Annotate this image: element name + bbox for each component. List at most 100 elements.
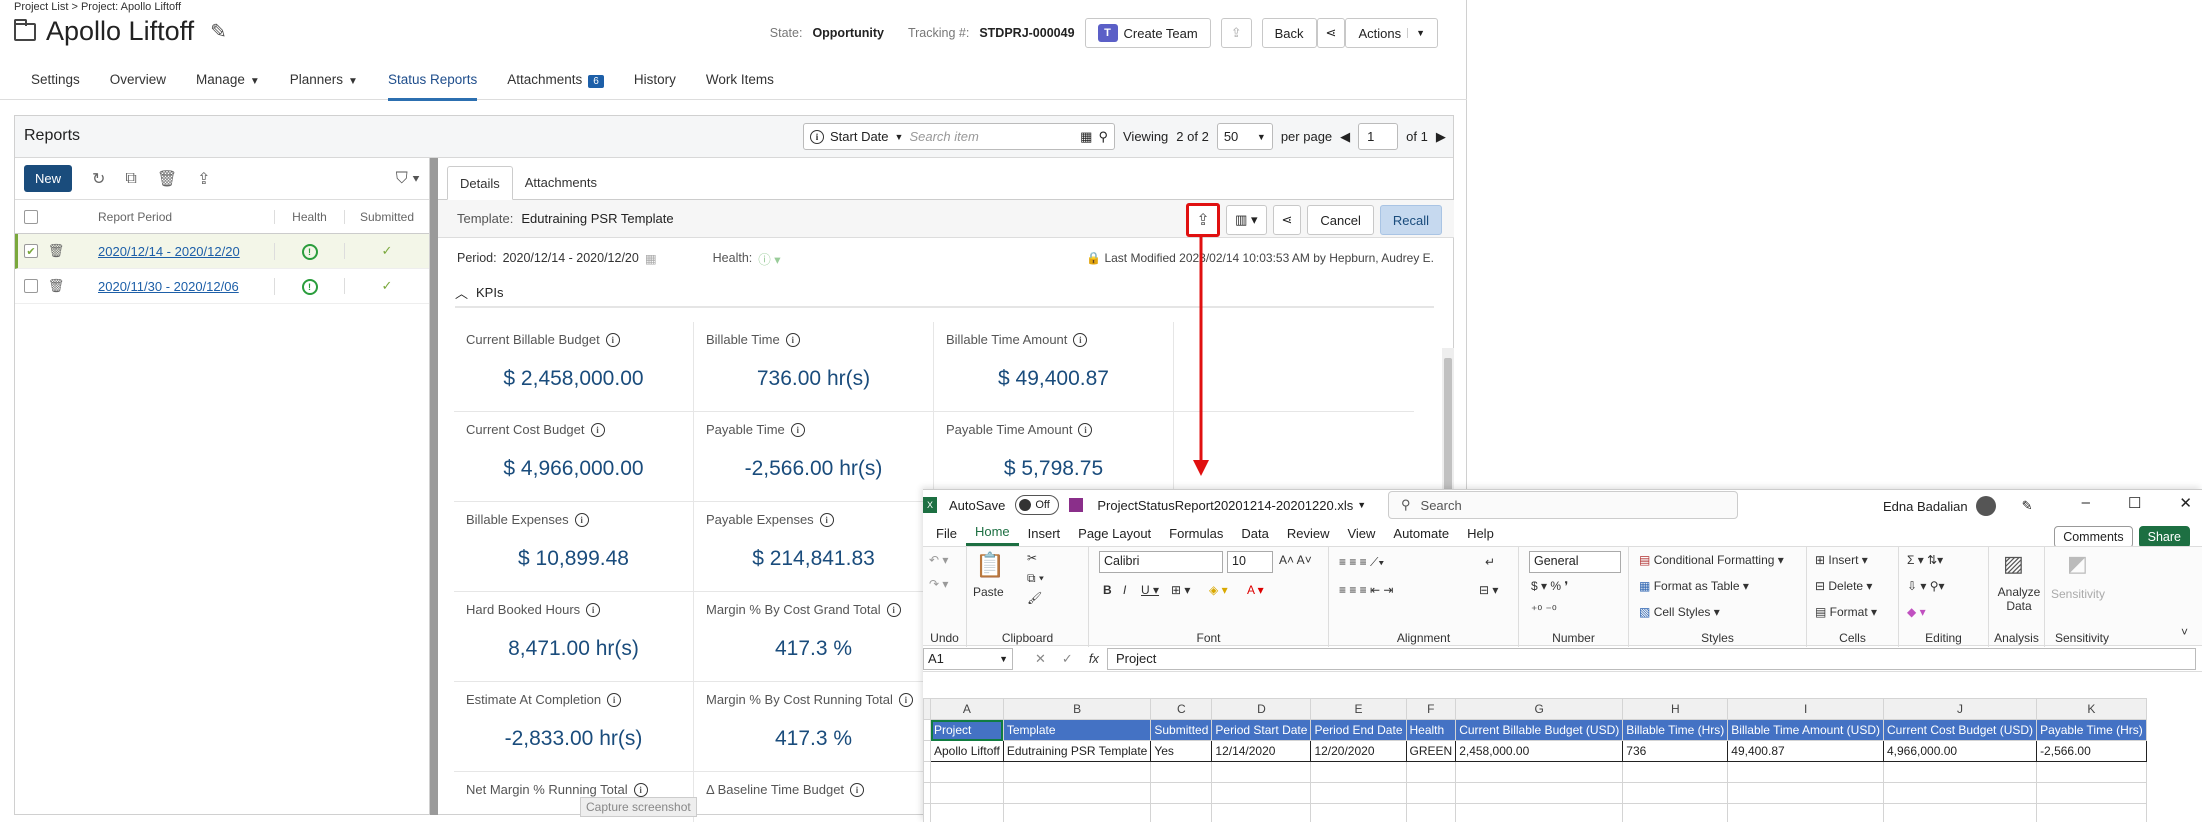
row-checkbox[interactable]: ✔	[24, 244, 38, 258]
comments-button[interactable]: Comments	[2054, 526, 2133, 548]
filter-icon[interactable]: ⛉ ▾	[396, 170, 420, 188]
tab-history[interactable]: History	[619, 62, 691, 100]
autosum-icon[interactable]: Σ ▾ ⇅▾	[1907, 553, 1943, 567]
column-header[interactable]: B	[1002, 698, 1152, 720]
column-header[interactable]: F	[1405, 698, 1457, 720]
minimize-icon[interactable]: –	[2082, 494, 2090, 512]
trash-icon[interactable]: 🗑	[38, 243, 74, 259]
undo-icon[interactable]: ↶ ▾	[929, 553, 948, 567]
report-period-link[interactable]: 2020/11/30 - 2020/12/06	[98, 279, 239, 294]
export-disabled-icon[interactable]: ⇪	[1220, 18, 1252, 48]
data-cell[interactable]: GREEN	[1405, 740, 1457, 762]
create-team-button[interactable]: T Create Team	[1084, 18, 1211, 48]
font-size-select[interactable]: 10	[1227, 551, 1273, 573]
select-all-checkbox[interactable]	[24, 209, 38, 224]
cut-icon[interactable]: ✂	[1027, 551, 1037, 565]
data-cell[interactable]: Apollo Liftoff	[930, 740, 1004, 762]
excel-menu-help[interactable]: Help	[1458, 520, 1503, 546]
insert-cells-button[interactable]: ⊞ Insert ▾	[1815, 553, 1868, 567]
header-cell[interactable]: Current Billable Budget (USD)	[1455, 719, 1624, 741]
number-format-select[interactable]: General	[1529, 551, 1621, 573]
header-cell[interactable]: Period Start Date	[1211, 719, 1312, 741]
info-icon[interactable]: i	[586, 602, 601, 617]
tab-status-reports[interactable]: Status Reports	[373, 62, 492, 101]
pen-icon[interactable]: ✎	[2022, 498, 2033, 514]
format-as-table-button[interactable]: ▦ Format as Table ▾	[1639, 579, 1749, 593]
formula-input[interactable]: Project	[1106, 647, 2196, 670]
info-icon[interactable]: i	[785, 332, 800, 347]
analyze-data-icon[interactable]: ▨	[2003, 551, 2024, 577]
currency-icon[interactable]: $ ▾ % ❜	[1531, 579, 1568, 593]
info-icon[interactable]: i	[574, 512, 589, 527]
excel-menu-review[interactable]: Review	[1278, 520, 1339, 546]
column-header[interactable]: E	[1310, 698, 1407, 720]
maximize-icon[interactable]: ☐	[2128, 494, 2141, 512]
align-left-icon[interactable]: ≡ ≡ ≡ ⇤ ⇥	[1339, 583, 1393, 597]
autosave-toggle[interactable]: Off	[1015, 495, 1060, 515]
italic-icon[interactable]: I	[1123, 583, 1126, 597]
excel-menu-formulas[interactable]: Formulas	[1160, 520, 1232, 546]
tab-attachments[interactable]: Attachments 6	[492, 62, 619, 100]
pane-splitter[interactable]	[430, 158, 438, 815]
column-header[interactable]: D	[1211, 698, 1312, 720]
excel-menu-view[interactable]: View	[1338, 520, 1384, 546]
wrap-text-icon[interactable]: ↵	[1485, 555, 1495, 569]
tab-settings[interactable]: Settings	[16, 62, 95, 100]
excel-menu-file[interactable]: File	[927, 520, 966, 546]
health-column-header[interactable]: Health	[274, 209, 344, 224]
search-icon[interactable]: ⚲	[1098, 129, 1108, 145]
info-icon[interactable]: i	[1073, 332, 1088, 347]
info-icon[interactable]: i	[790, 422, 805, 437]
data-cell[interactable]: 49,400.87	[1727, 740, 1884, 762]
redo-icon[interactable]: ↷ ▾	[929, 577, 948, 591]
paste-icon[interactable]: 📋	[975, 551, 1005, 580]
page-number-input[interactable]: 1	[1358, 123, 1399, 150]
prev-page-icon[interactable]: ◀	[1340, 129, 1350, 145]
column-header[interactable]: H	[1622, 698, 1729, 720]
column-header[interactable]: C	[1150, 698, 1213, 720]
row-checkbox[interactable]	[24, 279, 38, 293]
sensitivity-icon[interactable]: ◩	[2067, 551, 2088, 577]
name-box[interactable]: A1 ▼	[923, 647, 1013, 670]
data-cell[interactable]: 4,966,000.00	[1882, 740, 2038, 762]
header-cell[interactable]: Period End Date	[1310, 719, 1407, 741]
delete-cells-button[interactable]: ⊟ Delete ▾	[1815, 579, 1872, 593]
recall-button[interactable]: Recall	[1379, 205, 1442, 235]
table-row[interactable]: ✔ 🗑 2020/12/14 - 2020/12/20 ! ✓	[15, 234, 429, 269]
info-icon[interactable]: i	[850, 782, 865, 797]
font-grow-icon[interactable]: A˄ A˅	[1279, 553, 1312, 567]
column-header[interactable]: J	[1882, 698, 2038, 720]
back-button[interactable]: Back	[1261, 18, 1317, 48]
merge-icon[interactable]: ⊟ ▾	[1479, 583, 1498, 597]
period-column-header[interactable]: Report Period	[74, 210, 274, 224]
data-cell[interactable]: Edutraining PSR Template	[1002, 740, 1152, 762]
close-icon[interactable]: ✕	[2179, 494, 2192, 512]
confirm-formula-icon[interactable]: ✓	[1062, 651, 1073, 667]
header-cell[interactable]: Submitted	[1150, 719, 1213, 741]
chart-dropdown-icon[interactable]: ▥ ▾	[1226, 205, 1267, 235]
trash-icon[interactable]: 🗑	[157, 169, 177, 189]
header-cell[interactable]: Template	[1002, 719, 1152, 741]
cancel-formula-icon[interactable]: ✕	[1035, 651, 1046, 667]
function-icon[interactable]: fx	[1089, 651, 1099, 666]
data-cell[interactable]: 736	[1622, 740, 1729, 762]
info-icon[interactable]: i	[886, 602, 901, 617]
search-box[interactable]: i Start Date ▼ Search item ▦ ⚲	[803, 123, 1115, 150]
spreadsheet-grid[interactable]: A B C D E F G H I J K Project Template Submitted Perio…	[923, 698, 2147, 822]
file-name[interactable]: ProjectStatusReport20201214-20201220.xls	[1097, 498, 1353, 513]
tab-overview[interactable]: Overview	[95, 62, 181, 100]
refresh-icon[interactable]: ↻	[92, 169, 105, 189]
data-cell[interactable]: -2,566.00	[2036, 740, 2147, 762]
tab-work-items[interactable]: Work Items	[691, 62, 789, 100]
share-icon[interactable]: ⋖	[1316, 18, 1346, 48]
per-page-select[interactable]: 50 ▼	[1216, 123, 1273, 150]
ribbon-collapse-icon[interactable]: ˅	[2181, 625, 2188, 639]
submitted-column-header[interactable]: Submitted	[344, 209, 429, 224]
excel-menu-insert[interactable]: Insert	[1019, 520, 1070, 546]
tab-planners[interactable]: Planners ▼	[275, 62, 373, 100]
export-icon[interactable]: ⇪	[1186, 203, 1221, 237]
column-header[interactable]: G	[1455, 698, 1624, 720]
data-cell[interactable]: Yes	[1150, 740, 1213, 762]
excel-search-box[interactable]: ⚲ Search	[1388, 491, 1738, 519]
column-header[interactable]: I	[1727, 698, 1884, 720]
